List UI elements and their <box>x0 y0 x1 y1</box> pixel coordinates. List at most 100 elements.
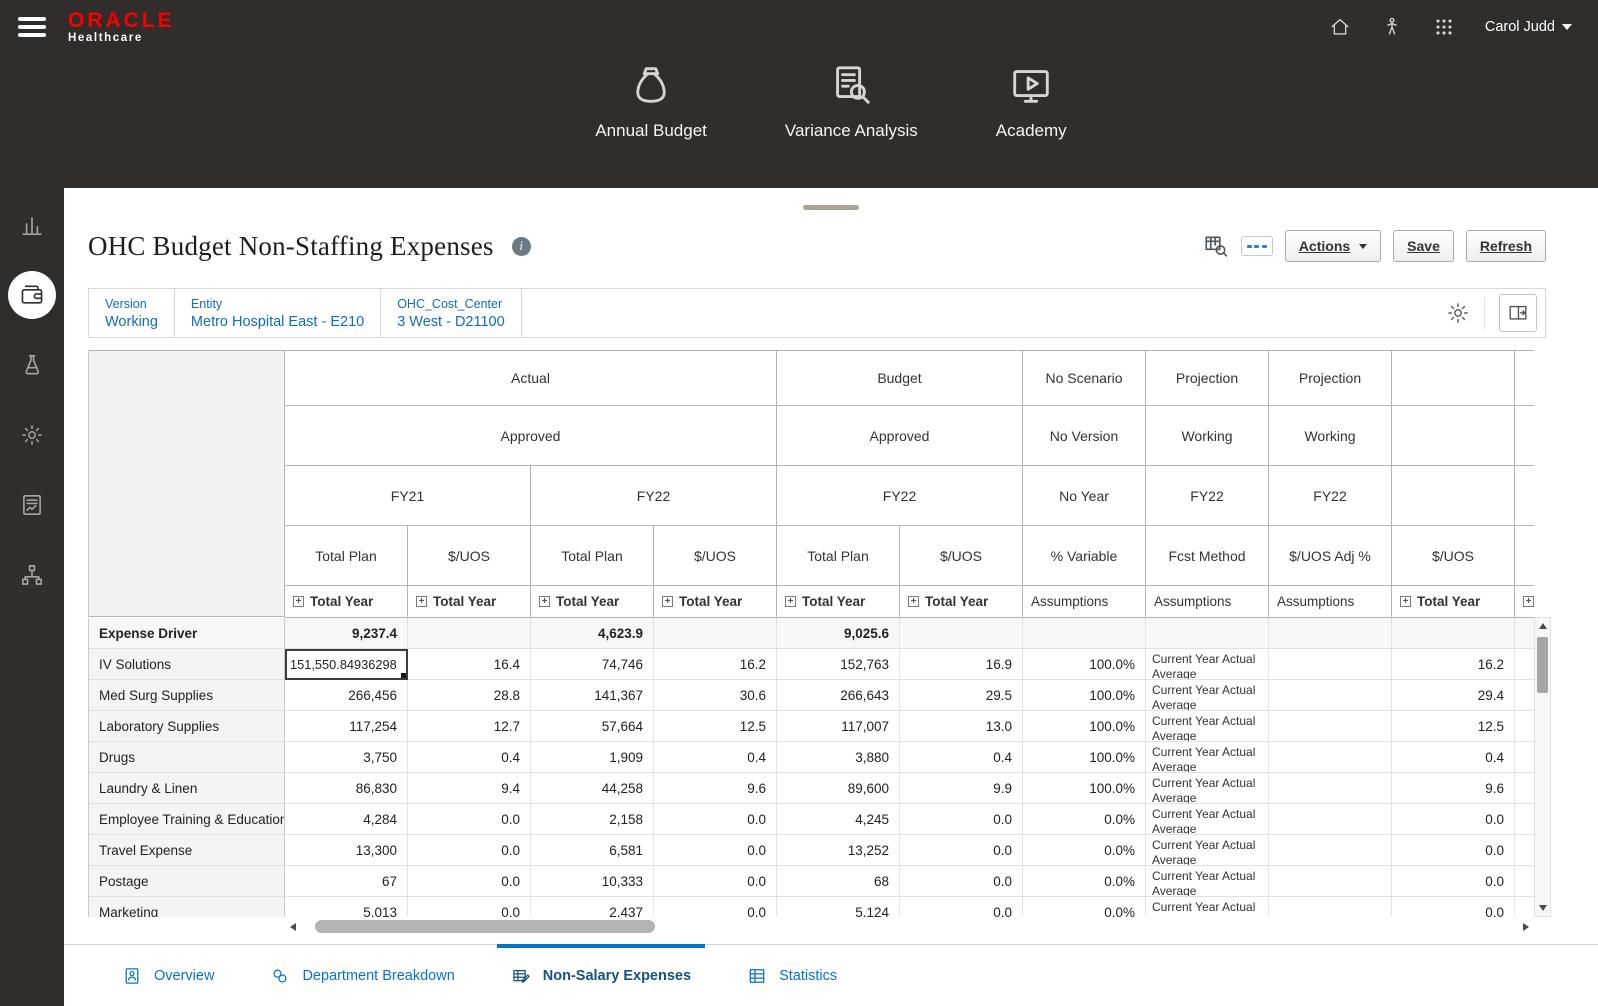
grid-cell[interactable]: 0.0 <box>654 804 777 835</box>
grid-cell[interactable]: Current Year Actual Average <box>1146 897 1269 917</box>
gear-icon[interactable] <box>1446 301 1470 325</box>
column-header[interactable]: FY22 <box>1146 466 1269 526</box>
save-button[interactable]: Save <box>1393 230 1454 262</box>
tab-overview[interactable]: Overview <box>122 945 214 1006</box>
expand-icon[interactable]: + <box>1400 596 1411 607</box>
grid-cell[interactable]: 0.4 <box>654 742 777 773</box>
grid-cell[interactable]: 0.4 <box>408 742 531 773</box>
column-header[interactable]: Projection <box>1146 351 1269 406</box>
nav-card-academy[interactable]: Academy <box>996 62 1067 141</box>
grid-cell[interactable] <box>1515 866 1534 897</box>
grid-cell[interactable]: 266,643 <box>777 680 900 711</box>
panel-drag-handle[interactable] <box>803 205 859 210</box>
sidebar-item-hierarchy[interactable] <box>8 551 56 599</box>
pov-member-link[interactable]: Working <box>105 314 158 330</box>
grid-cell[interactable]: 100.0% <box>1023 773 1146 804</box>
grid-cell[interactable]: 12.5 <box>1392 711 1515 742</box>
grid-cell[interactable]: 57,664 <box>531 711 654 742</box>
grid-cell[interactable]: 0.0 <box>654 866 777 897</box>
grid-cell[interactable] <box>654 618 777 649</box>
column-header[interactable]: No Version <box>1023 406 1146 466</box>
grid-cell[interactable]: 0.4 <box>900 742 1023 773</box>
column-header[interactable]: $/UOS <box>408 526 531 586</box>
grid-cell[interactable]: 4,284 <box>285 804 408 835</box>
expand-icon[interactable]: + <box>416 596 427 607</box>
grid-cell[interactable]: 0.0 <box>900 866 1023 897</box>
column-header[interactable]: $/UOS <box>654 526 777 586</box>
column-header[interactable]: Assumptions <box>1269 586 1392 618</box>
pov-entity[interactable]: Entity Metro Hospital East - E210 <box>175 289 382 337</box>
scroll-up-button[interactable] <box>1535 618 1550 634</box>
grid-cell[interactable]: 0.4 <box>1392 742 1515 773</box>
column-header[interactable]: Budget <box>777 351 1023 406</box>
column-header[interactable] <box>1515 466 1534 526</box>
row-label[interactable]: Expense Driver <box>88 618 285 649</box>
grid-cell[interactable] <box>1392 618 1515 649</box>
grid-cell[interactable]: 0.0 <box>900 835 1023 866</box>
column-header[interactable]: FY21 <box>285 466 531 526</box>
grid-cell[interactable] <box>1515 804 1534 835</box>
horizontal-scroll-track[interactable] <box>301 920 1518 933</box>
grid-cell[interactable]: 9.6 <box>1392 773 1515 804</box>
row-label[interactable]: Med Surg Supplies <box>88 680 285 711</box>
grid-cell[interactable]: 5,124 <box>777 897 900 917</box>
grid-cell[interactable]: 30.6 <box>654 680 777 711</box>
grid-cell[interactable]: 4,245 <box>777 804 900 835</box>
grid-cell[interactable]: 9,025.6 <box>777 618 900 649</box>
grid-cell[interactable] <box>1269 649 1392 680</box>
grid-cell[interactable]: 100.0% <box>1023 680 1146 711</box>
grid-cell[interactable]: 2,158 <box>531 804 654 835</box>
sidebar-item-settings[interactable] <box>8 411 56 459</box>
grid-cell[interactable]: 152,763 <box>777 649 900 680</box>
member-selector-icon[interactable] <box>1203 233 1229 259</box>
pov-member-link[interactable]: Metro Hospital East - E210 <box>191 314 364 330</box>
grid-cell[interactable]: 9.6 <box>654 773 777 804</box>
grid-cell[interactable] <box>1515 618 1534 649</box>
horizontal-scroll-thumb[interactable] <box>315 920 655 933</box>
grid-cell[interactable]: 100.0% <box>1023 711 1146 742</box>
grid-cell[interactable]: 13.0 <box>900 711 1023 742</box>
grid-cell[interactable]: 0.0 <box>408 897 531 917</box>
row-label[interactable]: Laundry & Linen <box>88 773 285 804</box>
grid-cell[interactable]: 29.4 <box>1392 680 1515 711</box>
grid-options-button[interactable] <box>1240 236 1273 256</box>
grid-cell[interactable] <box>1269 618 1392 649</box>
refresh-button[interactable]: Refresh <box>1465 230 1546 262</box>
column-header[interactable] <box>1392 351 1515 406</box>
expand-icon[interactable]: + <box>1523 596 1534 607</box>
grid-cell[interactable]: 10,333 <box>531 866 654 897</box>
grid-cell[interactable]: 0.0% <box>1023 804 1146 835</box>
grid-cell[interactable]: Current Year Actual Average <box>1146 680 1269 711</box>
column-header[interactable]: $/UOS <box>1392 526 1515 586</box>
sidebar-item-analytics[interactable] <box>8 201 56 249</box>
grid-cell[interactable]: 117,007 <box>777 711 900 742</box>
grid-cell[interactable]: Current Year Actual Average <box>1146 835 1269 866</box>
grid-cell[interactable]: Current Year Actual Average <box>1146 649 1269 680</box>
row-label[interactable]: Postage <box>88 866 285 897</box>
info-icon[interactable]: i <box>511 236 531 256</box>
sidebar-item-reports[interactable] <box>8 481 56 529</box>
grid-cell[interactable]: 4,623.9 <box>531 618 654 649</box>
grid-cell[interactable]: 16.2 <box>1392 649 1515 680</box>
row-label[interactable]: Drugs <box>88 742 285 773</box>
grid-cell[interactable]: 0.0% <box>1023 866 1146 897</box>
column-header[interactable]: No Year <box>1023 466 1146 526</box>
person-button[interactable] <box>1381 16 1403 38</box>
grid-cell[interactable] <box>1269 742 1392 773</box>
column-header[interactable]: + Total Year <box>900 586 1023 618</box>
column-header[interactable]: FY22 <box>777 466 1023 526</box>
sidebar-item-budget[interactable] <box>8 271 56 319</box>
column-header[interactable]: Assumptions <box>1146 586 1269 618</box>
expand-icon[interactable]: + <box>293 596 304 607</box>
column-header[interactable]: + Total Year <box>531 586 654 618</box>
grid-cell[interactable] <box>1269 835 1392 866</box>
grid-cell[interactable] <box>1269 866 1392 897</box>
column-header[interactable]: + Total Year <box>408 586 531 618</box>
grid-cell[interactable] <box>1515 742 1534 773</box>
grid-cell[interactable]: Current Year Actual Average <box>1146 804 1269 835</box>
cell-fill-handle[interactable] <box>401 673 406 678</box>
grid-cell[interactable]: 28.8 <box>408 680 531 711</box>
column-header[interactable]: + Total Year <box>777 586 900 618</box>
actions-button[interactable]: Actions <box>1284 230 1382 262</box>
grid-cell[interactable]: 9,237.4 <box>285 618 408 649</box>
